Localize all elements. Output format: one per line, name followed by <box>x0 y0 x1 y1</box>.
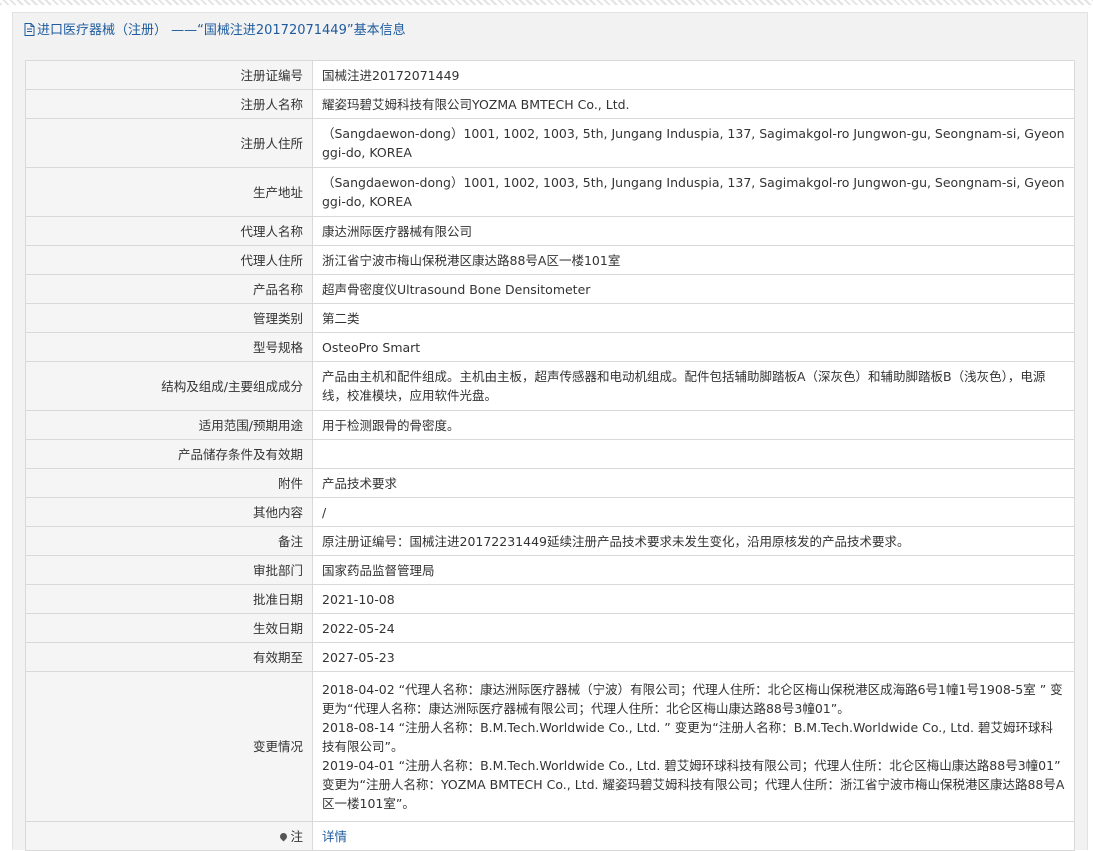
row-label: 有效期至 <box>25 642 313 672</box>
note-row: 注 详情 <box>25 821 1075 851</box>
row-label: 代理人住所 <box>25 245 313 275</box>
row-label: 代理人名称 <box>25 216 313 246</box>
table-row: 代理人名称 康达洲际医疗器械有限公司 <box>25 216 1075 246</box>
table-row: 其他内容 / <box>25 497 1075 527</box>
row-value: 2027-05-23 <box>312 642 1075 672</box>
table-row: 备注 原注册证编号：国械注进20172231449延续注册产品技术要求未发生变化… <box>25 526 1075 556</box>
table-row: 审批部门 国家药品监督管理局 <box>25 555 1075 585</box>
row-label: 批准日期 <box>25 584 313 614</box>
table-row: 代理人住所 浙江省宁波市梅山保税港区康达路88号A区一楼101室 <box>25 245 1075 275</box>
row-label: 适用范围/预期用途 <box>25 410 313 440</box>
info-panel: 进口医疗器械（注册） ——“国械注进20172071449”基本信息 注册证编号… <box>12 12 1088 851</box>
row-value: 第二类 <box>312 303 1075 333</box>
row-value: （Sangdaewon-dong）1001, 1002, 1003, 5th, … <box>312 167 1075 217</box>
table-row: 产品名称 超声骨密度仪Ultrasound Bone Densitometer <box>25 274 1075 304</box>
row-label: 其他内容 <box>25 497 313 527</box>
table-row: 型号规格 OsteoPro Smart <box>25 332 1075 362</box>
document-icon <box>24 15 35 51</box>
row-value: （Sangdaewon-dong）1001, 1002, 1003, 5th, … <box>312 118 1075 168</box>
row-label: 审批部门 <box>25 555 313 585</box>
table-row: 注册证编号 国械注进20172071449 <box>25 60 1075 90</box>
row-value: 超声骨密度仪Ultrasound Bone Densitometer <box>312 274 1075 304</box>
row-value: 2021-10-08 <box>312 584 1075 614</box>
table-row: 注册人住所 （Sangdaewon-dong）1001, 1002, 1003,… <box>25 118 1075 168</box>
page-title: 进口医疗器械（注册） ——“国械注进20172071449”基本信息 <box>37 23 406 38</box>
table-row: 有效期至 2027-05-23 <box>25 642 1075 672</box>
row-value: 耀姿玛碧艾姆科技有限公司YOZMA BMTECH Co., Ltd. <box>312 89 1075 119</box>
row-value: 2022-05-24 <box>312 613 1075 643</box>
row-label: 产品储存条件及有效期 <box>25 439 313 469</box>
pin-icon <box>279 831 289 841</box>
change-entry: 2018-08-14 “注册人名称：B.M.Tech.Worldwide Co.… <box>322 720 1053 754</box>
row-label: 结构及组成/主要组成成分 <box>25 361 313 411</box>
row-value: 国械注进20172071449 <box>312 60 1075 90</box>
change-entry: 2018-04-02 “代理人名称：康达洲际医疗器械（宁波）有限公司；代理人住所… <box>322 682 1063 716</box>
row-label: 注册人名称 <box>25 89 313 119</box>
top-decorative-stripe <box>0 0 1093 5</box>
row-value: 用于检测跟骨的骨密度。 <box>312 410 1075 440</box>
table-row: 生产地址 （Sangdaewon-dong）1001, 1002, 1003, … <box>25 167 1075 217</box>
row-value: 原注册证编号：国械注进20172231449延续注册产品技术要求未发生变化，沿用… <box>312 526 1075 556</box>
row-label: 管理类别 <box>25 303 313 333</box>
change-history-row: 变更情况 2018-04-02 “代理人名称：康达洲际医疗器械（宁波）有限公司；… <box>25 671 1075 822</box>
panel-header: 进口医疗器械（注册） ——“国械注进20172071449”基本信息 <box>13 13 1087 49</box>
row-value <box>312 439 1075 469</box>
row-label: 生产地址 <box>25 167 313 217</box>
note-label-cell: 注 <box>25 821 313 851</box>
table-row: 批准日期 2021-10-08 <box>25 584 1075 614</box>
note-label: 注 <box>290 828 303 844</box>
row-value: / <box>312 497 1075 527</box>
row-value: 浙江省宁波市梅山保税港区康达路88号A区一楼101室 <box>312 245 1075 275</box>
row-value: OsteoPro Smart <box>312 332 1075 362</box>
table-row: 产品储存条件及有效期 <box>25 439 1075 469</box>
row-label: 备注 <box>25 526 313 556</box>
row-value: 康达洲际医疗器械有限公司 <box>312 216 1075 246</box>
row-label: 生效日期 <box>25 613 313 643</box>
change-history-value: 2018-04-02 “代理人名称：康达洲际医疗器械（宁波）有限公司；代理人住所… <box>312 671 1075 822</box>
row-label: 注册人住所 <box>25 118 313 168</box>
row-label: 附件 <box>25 468 313 498</box>
row-label: 型号规格 <box>25 332 313 362</box>
row-label: 产品名称 <box>25 274 313 304</box>
row-value: 国家药品监督管理局 <box>312 555 1075 585</box>
table-row: 附件 产品技术要求 <box>25 468 1075 498</box>
row-value: 产品由主机和配件组成。主机由主板，超声传感器和电动机组成。配件包括辅助脚踏板A（… <box>312 361 1075 411</box>
table-row: 管理类别 第二类 <box>25 303 1075 333</box>
table-row: 结构及组成/主要组成成分 产品由主机和配件组成。主机由主板，超声传感器和电动机组… <box>25 361 1075 411</box>
row-value: 产品技术要求 <box>312 468 1075 498</box>
change-history-label: 变更情况 <box>25 671 313 822</box>
details-link[interactable]: 详情 <box>322 829 347 844</box>
table-row: 注册人名称 耀姿玛碧艾姆科技有限公司YOZMA BMTECH Co., Ltd. <box>25 89 1075 119</box>
registration-info-table: 注册证编号 国械注进20172071449 注册人名称 耀姿玛碧艾姆科技有限公司… <box>25 60 1075 851</box>
table-row: 适用范围/预期用途 用于检测跟骨的骨密度。 <box>25 410 1075 440</box>
row-label: 注册证编号 <box>25 60 313 90</box>
table-row: 生效日期 2022-05-24 <box>25 613 1075 643</box>
note-value: 详情 <box>312 821 1075 851</box>
change-entry: 2019-04-01 “注册人名称：B.M.Tech.Worldwide Co.… <box>322 758 1065 811</box>
